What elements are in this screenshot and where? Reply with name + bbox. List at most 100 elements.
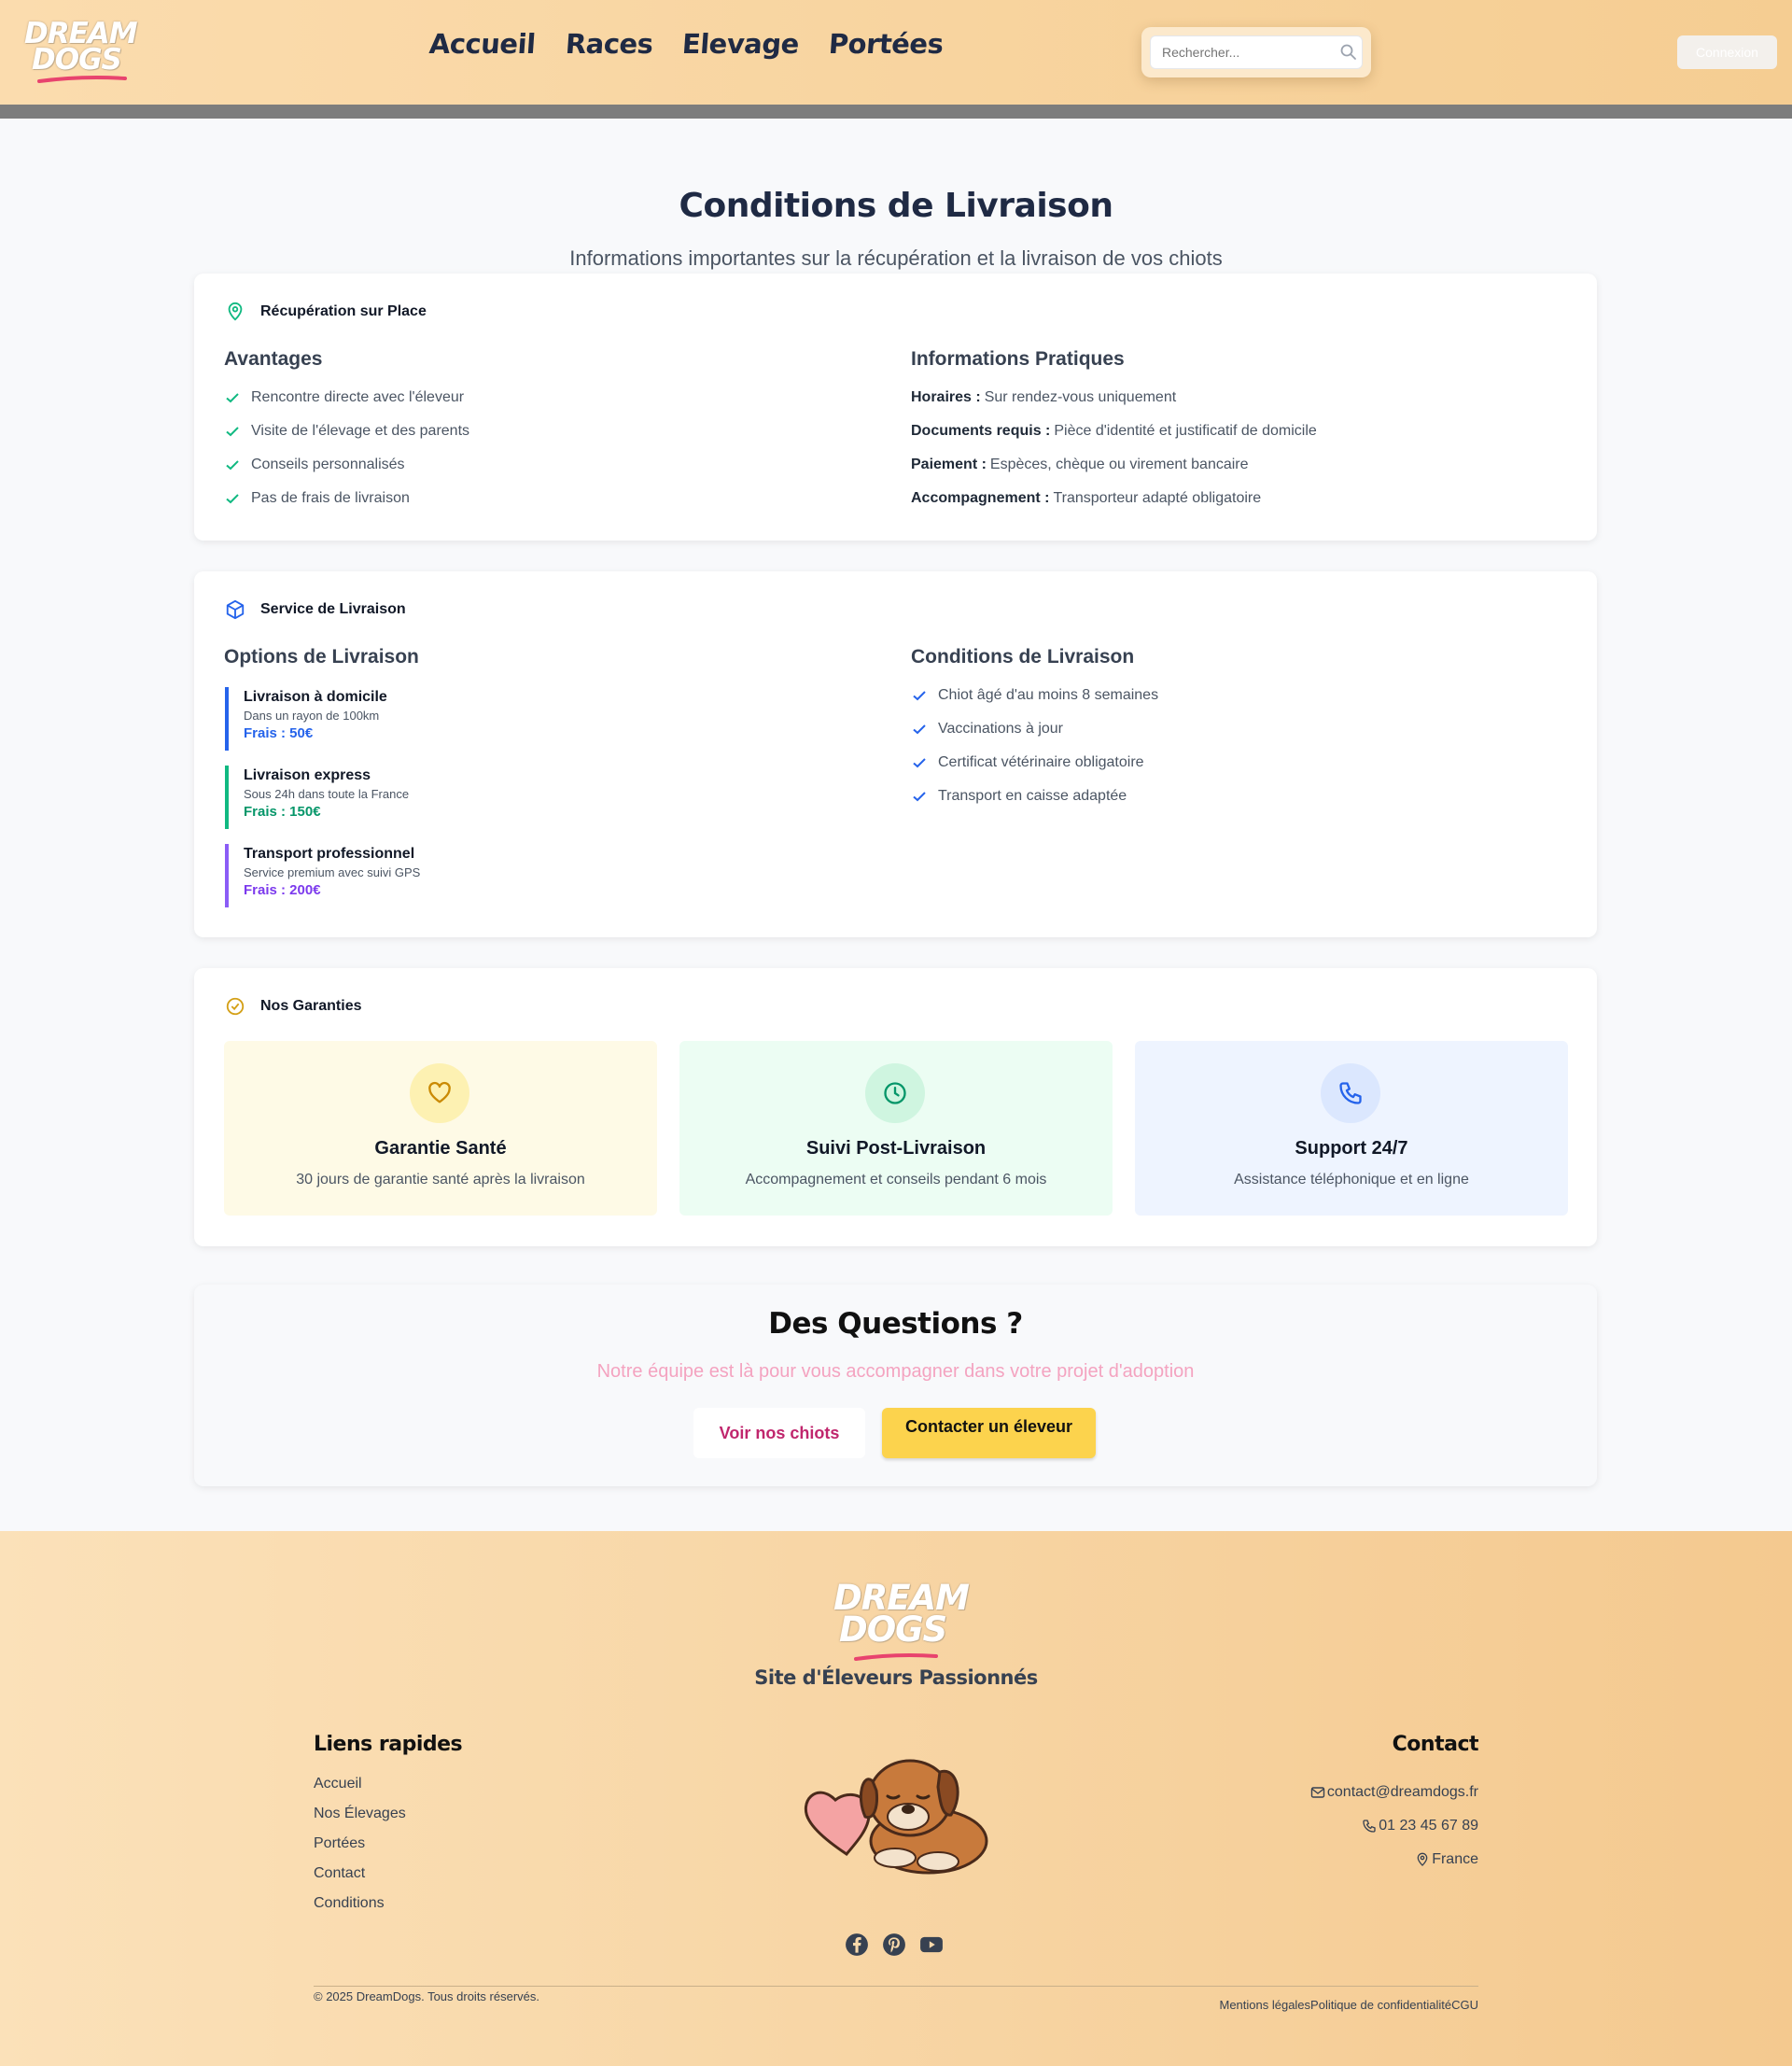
info-value: Espèces, chèque ou virement bancaire bbox=[989, 457, 1249, 472]
delivery-title: Service de Livraison bbox=[260, 601, 406, 617]
nav-portees[interactable]: Portées bbox=[828, 28, 945, 60]
guarantees-title: Nos Garanties bbox=[260, 998, 362, 1014]
copyright: © 2025 DreamDogs. Tous droits réservés. bbox=[314, 1989, 539, 2003]
info-value: Pièce d'identité et justificatif de domi… bbox=[1054, 423, 1317, 439]
check-icon bbox=[913, 792, 926, 802]
condition-text: Vaccinations à jour bbox=[938, 721, 1063, 737]
list-item: Certificat vétérinaire obligatoire bbox=[912, 746, 1158, 780]
legal-link-privacy[interactable]: Politique de confidentialité bbox=[1310, 1998, 1451, 2012]
options-title: Options de Livraison bbox=[224, 646, 419, 668]
footer-tagline: Site d'Éleveurs Passionnés bbox=[754, 1666, 1038, 1689]
logo-swoosh bbox=[37, 76, 127, 83]
search-icon[interactable] bbox=[1339, 43, 1358, 62]
info-value: Sur rendez-vous uniquement bbox=[984, 389, 1177, 405]
option-name: Transport professionnel bbox=[244, 846, 415, 862]
check-circle-icon bbox=[226, 997, 245, 1016]
nav-elevage[interactable]: Elevage bbox=[681, 28, 800, 60]
guarantees-header: Nos Garanties bbox=[225, 996, 361, 1017]
list-item: Chiot âgé d'au moins 8 semaines bbox=[912, 679, 1158, 712]
page-subtitle: Informations importantes sur la récupéra… bbox=[569, 246, 1223, 270]
delivery-card: Service de Livraison Options de Livraiso… bbox=[194, 571, 1597, 937]
footer-logo[interactable]: DREAM DOGS bbox=[826, 1578, 970, 1662]
legal-link-cgu[interactable]: CGU bbox=[1451, 1998, 1478, 2012]
contact-email[interactable]: contact@dreamdogs.fr bbox=[1310, 1776, 1478, 1809]
phone-icon bbox=[1363, 1820, 1376, 1833]
list-item: Accompagnement : Transporteur adapté obli… bbox=[911, 482, 1317, 515]
option-desc: Service premium avec suivi GPS bbox=[244, 865, 421, 879]
advantage-text: Pas de frais de livraison bbox=[251, 490, 410, 506]
guarantee-health: Garantie Santé 30 jours de garantie sant… bbox=[224, 1041, 657, 1216]
package-icon bbox=[226, 599, 245, 620]
info-label: Horaires : bbox=[911, 389, 981, 405]
pickup-title: Récupération sur Place bbox=[260, 303, 427, 319]
guarantee-desc: 30 jours de garantie santé après la livr… bbox=[296, 1172, 585, 1188]
contact-location: France bbox=[1310, 1843, 1478, 1876]
check-icon bbox=[226, 393, 239, 403]
check-icon bbox=[226, 427, 239, 437]
info-value: Transporteur adapté obligatoire bbox=[1053, 490, 1262, 506]
check-icon bbox=[913, 724, 926, 735]
footer-link-conditions[interactable]: Conditions bbox=[314, 1895, 406, 1925]
contact-breeder-button[interactable]: Contacter un éleveur bbox=[882, 1408, 1096, 1458]
option-price: Frais : 50€ bbox=[244, 725, 314, 741]
footer-link-accueil[interactable]: Accueil bbox=[314, 1776, 406, 1806]
list-item: Transport en caisse adaptée bbox=[912, 780, 1158, 813]
page-title: Conditions de Livraison bbox=[679, 187, 1113, 225]
facebook-icon[interactable] bbox=[845, 1932, 869, 1957]
nav-races[interactable]: Races bbox=[564, 28, 653, 60]
search-input[interactable] bbox=[1150, 35, 1363, 69]
see-puppies-button[interactable]: Voir nos chiots bbox=[693, 1408, 865, 1458]
condition-text: Certificat vétérinaire obligatoire bbox=[938, 754, 1144, 770]
nav-accueil[interactable]: Accueil bbox=[428, 28, 537, 60]
option-name: Livraison à domicile bbox=[244, 689, 387, 705]
info-label: Paiement : bbox=[911, 457, 987, 472]
logo[interactable]: DREAM DOGS bbox=[22, 17, 138, 88]
list-item: Rencontre directe avec l'éleveur bbox=[225, 381, 469, 415]
footer-link-contact[interactable]: Contact bbox=[314, 1865, 406, 1895]
map-pin-icon bbox=[228, 302, 243, 321]
info-list: Horaires : Sur rendez-vous uniquement Doc… bbox=[911, 381, 1317, 515]
contact-list: contact@dreamdogs.fr 01 23 45 67 89 Fran… bbox=[1310, 1776, 1478, 1876]
phone-icon bbox=[1339, 1082, 1362, 1104]
pickup-header: Récupération sur Place bbox=[225, 302, 427, 322]
advantage-text: Visite de l'élevage et des parents bbox=[251, 423, 470, 439]
social-links bbox=[845, 1932, 944, 1957]
footer-link-portees[interactable]: Portées bbox=[314, 1835, 406, 1865]
list-item: Horaires : Sur rendez-vous uniquement bbox=[911, 381, 1317, 415]
delivery-option-pro: Transport professionnel Service premium … bbox=[225, 844, 420, 907]
login-button[interactable]: Connexion bbox=[1677, 35, 1777, 69]
info-title: Informations Pratiques bbox=[911, 348, 1125, 370]
contact-location-text: France bbox=[1432, 1851, 1478, 1867]
guarantees-card: Nos Garanties Garantie Santé 30 jours de… bbox=[194, 968, 1597, 1246]
quick-links-title: Liens rapides bbox=[314, 1733, 463, 1756]
questions-subtitle: Notre équipe est là pour vous accompagne… bbox=[596, 1361, 1195, 1382]
advantage-text: Conseils personnalisés bbox=[251, 457, 405, 472]
questions-card: Des Questions ? Notre équipe est là pour… bbox=[194, 1285, 1597, 1486]
guarantee-title: Support 24/7 bbox=[1295, 1138, 1408, 1159]
delivery-header: Service de Livraison bbox=[225, 599, 406, 620]
search-container bbox=[1141, 27, 1371, 77]
guarantee-desc: Assistance téléphonique et en ligne bbox=[1234, 1172, 1469, 1188]
youtube-icon[interactable] bbox=[919, 1932, 944, 1957]
footer-link-elevages[interactable]: Nos Élevages bbox=[314, 1806, 406, 1835]
pinterest-icon[interactable] bbox=[882, 1932, 906, 1957]
check-icon bbox=[913, 758, 926, 768]
option-price: Frais : 200€ bbox=[244, 882, 321, 898]
site-header: DREAM DOGS Accueil Races Elevage Portées… bbox=[0, 0, 1792, 105]
logo-line-2: DOGS bbox=[839, 1609, 947, 1650]
advantages-title: Avantages bbox=[224, 348, 323, 370]
option-desc: Dans un rayon de 100km bbox=[244, 709, 380, 723]
mail-icon bbox=[1310, 1787, 1325, 1798]
footer-divider bbox=[314, 1986, 1478, 1987]
guarantee-title: Garantie Santé bbox=[374, 1138, 507, 1159]
legal-link-mentions[interactable]: Mentions légales bbox=[1219, 1998, 1310, 2012]
list-item: Visite de l'élevage et des parents bbox=[225, 415, 469, 448]
list-item: Paiement : Espèces, chèque ou virement ba… bbox=[911, 448, 1317, 482]
site-footer: DREAM DOGS Site d'Éleveurs Passionnés Li… bbox=[0, 1531, 1792, 2066]
heart-icon bbox=[428, 1081, 451, 1103]
contact-phone[interactable]: 01 23 45 67 89 bbox=[1310, 1809, 1478, 1843]
legal-links: Mentions légales Politique de confidenti… bbox=[1219, 1998, 1478, 2012]
check-icon bbox=[226, 494, 239, 504]
sleeping-puppy-illustration bbox=[804, 1759, 988, 1875]
list-item: Documents requis : Pièce d'identité et ju… bbox=[911, 415, 1317, 448]
